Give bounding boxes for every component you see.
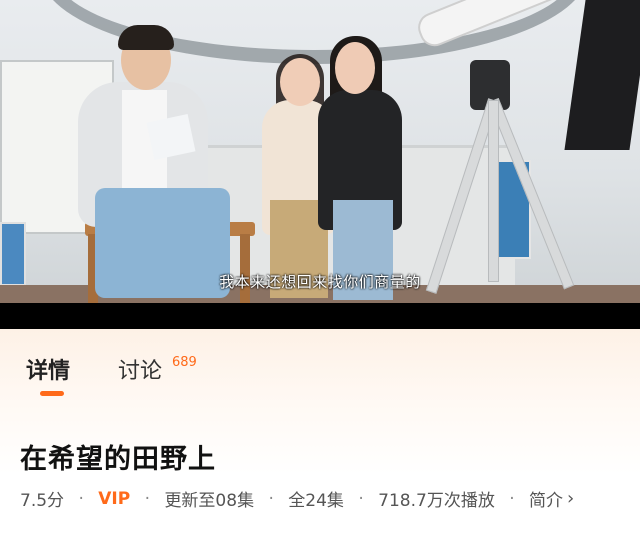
score-text: 7.5分 xyxy=(20,491,65,511)
active-tab-indicator xyxy=(40,391,64,396)
chevron-right-icon: › xyxy=(567,488,575,509)
play-count: 718.7万次播放 xyxy=(378,491,495,511)
intro-label: 简介 xyxy=(529,491,564,511)
separator-dot: · xyxy=(268,488,274,509)
tripod-leg xyxy=(488,100,499,282)
video-player[interactable]: 我本来还想回来找你们商量的 xyxy=(0,0,640,303)
show-title: 在希望的田野上 xyxy=(20,444,216,475)
vip-badge: VIP xyxy=(98,488,131,509)
update-status: 更新至08集 xyxy=(164,491,255,511)
separator-dot: · xyxy=(358,488,364,509)
man-hair xyxy=(118,25,174,50)
show-meta-row: 7.5分 · VIP · 更新至08集 · 全24集 · 718.7万次播放 ·… xyxy=(20,486,574,511)
discussion-count-badge: 689 xyxy=(172,355,197,370)
stool-leg xyxy=(240,234,250,303)
separator-dot: · xyxy=(78,488,84,509)
intro-link[interactable]: 简介 › xyxy=(529,486,574,511)
episode-total: 全24集 xyxy=(288,491,344,511)
separator-dot: · xyxy=(144,488,151,509)
video-letterbox xyxy=(0,303,640,329)
woman1-face xyxy=(280,58,320,106)
separator-dot: · xyxy=(509,488,515,509)
dark-prop xyxy=(564,0,640,150)
tab-discussion[interactable]: 讨论 xyxy=(118,353,162,385)
tab-bar: 详情 讨论 689 xyxy=(0,329,640,399)
video-subtitle: 我本来还想回来找你们商量的 xyxy=(219,273,421,291)
woman2-face xyxy=(335,42,375,94)
details-panel: 详情 讨论 689 在希望的田野上 7.5分 · VIP · 更新至08集 · … xyxy=(0,329,640,537)
tab-details[interactable]: 详情 xyxy=(26,353,70,385)
